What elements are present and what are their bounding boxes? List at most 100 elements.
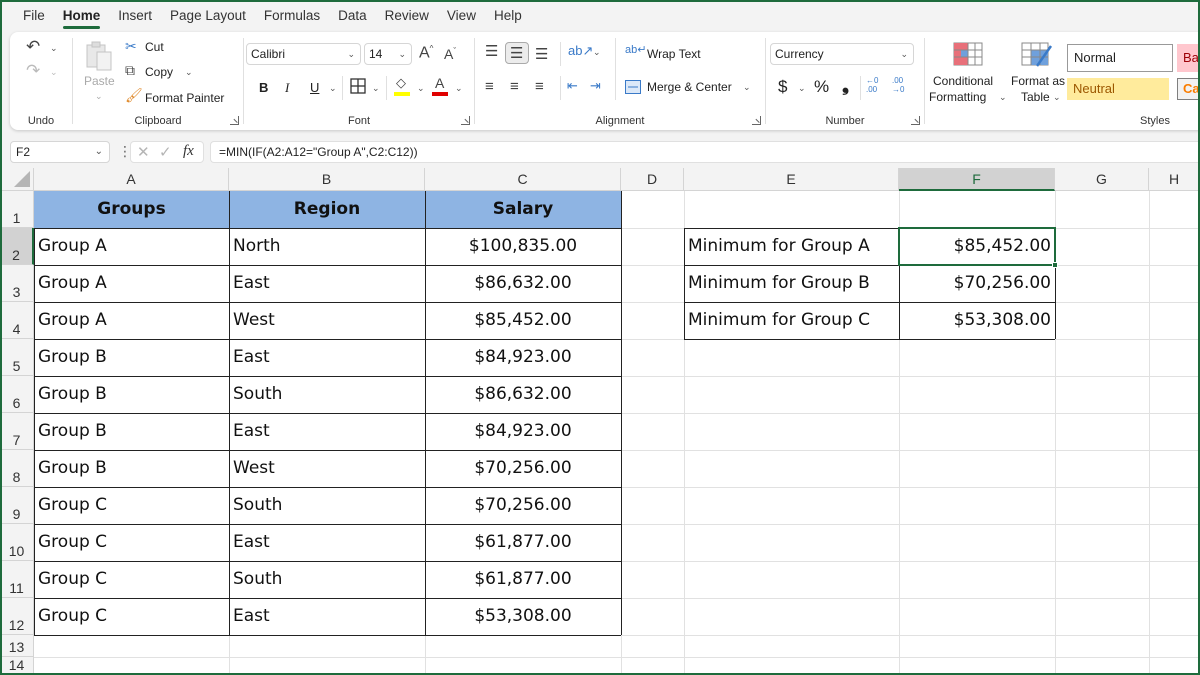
font-launcher-icon[interactable]	[461, 116, 470, 125]
fill-color-button[interactable]: ◇	[394, 76, 412, 98]
orientation-dropdown-chevron-icon[interactable]: ⌄	[593, 48, 601, 57]
decrease-indent-icon[interactable]: ⇤	[567, 79, 578, 92]
cell-region[interactable]: South	[229, 376, 425, 413]
column-header-g[interactable]: G	[1055, 168, 1149, 191]
decrease-decimal-button[interactable]: .00 →0	[892, 76, 912, 94]
tab-review[interactable]: Review	[376, 0, 438, 32]
column-header-c[interactable]: C	[425, 168, 621, 191]
align-center-icon[interactable]: ≡	[510, 79, 519, 94]
bold-button[interactable]: B	[259, 80, 268, 95]
font-color-button[interactable]: A	[432, 76, 450, 98]
orientation-icon[interactable]: ab↗	[568, 44, 593, 57]
insert-function-icon[interactable]: fx	[183, 143, 194, 160]
alignment-launcher-icon[interactable]	[752, 116, 761, 125]
italic-button[interactable]: I	[285, 80, 289, 96]
merge-center-button[interactable]: Merge & Center ⌄	[625, 77, 755, 97]
cell-region[interactable]: West	[229, 450, 425, 487]
row-header-9[interactable]: 9	[0, 487, 34, 524]
cell-group[interactable]: Group B	[34, 450, 229, 487]
cell-region[interactable]: North	[229, 228, 425, 265]
row-header-10[interactable]: 10	[0, 524, 34, 561]
cell-region[interactable]: East	[229, 598, 425, 635]
increase-decimal-button[interactable]: ←0 .00	[866, 76, 886, 94]
table-header-region[interactable]: Region	[229, 191, 425, 228]
row-header-4[interactable]: 4	[0, 302, 34, 339]
row-header-3[interactable]: 3	[0, 265, 34, 302]
row-header-12[interactable]: 12	[0, 598, 34, 635]
cell-region[interactable]: West	[229, 302, 425, 339]
currency-format-button[interactable]: $	[778, 77, 787, 97]
undo-dropdown-chevron-icon[interactable]: ⌄	[50, 44, 58, 53]
column-header-b[interactable]: B	[229, 168, 425, 191]
cell-group[interactable]: Group B	[34, 339, 229, 376]
row-header-6[interactable]: 6	[0, 376, 34, 413]
cell-salary[interactable]: $85,452.00	[425, 302, 621, 339]
table-header-salary[interactable]: Salary	[425, 191, 621, 228]
align-left-icon[interactable]: ≡	[485, 79, 494, 94]
cell-salary[interactable]: $100,835.00	[425, 228, 621, 265]
cell-region[interactable]: East	[229, 339, 425, 376]
tab-page-layout[interactable]: Page Layout	[161, 0, 255, 32]
redo-icon[interactable]: ↷	[26, 62, 40, 79]
tab-data[interactable]: Data	[329, 0, 376, 32]
fill-color-dropdown-chevron-icon[interactable]: ⌄	[417, 84, 425, 93]
enter-check-icon[interactable]: ✓	[159, 143, 172, 161]
align-right-icon[interactable]: ≡	[535, 79, 544, 94]
cell-region[interactable]: East	[229, 265, 425, 302]
font-color-dropdown-chevron-icon[interactable]: ⌄	[455, 84, 463, 93]
cell-group[interactable]: Group C	[34, 598, 229, 635]
column-header-a[interactable]: A	[34, 168, 229, 191]
cell-salary[interactable]: $86,632.00	[425, 265, 621, 302]
redo-dropdown-chevron-icon[interactable]: ⌄	[50, 68, 58, 77]
name-box[interactable]: F2 ⌄	[10, 141, 110, 163]
cell-group[interactable]: Group C	[34, 487, 229, 524]
column-header-d[interactable]: D	[621, 168, 684, 191]
summary-value[interactable]: $85,452.00	[899, 228, 1055, 265]
row-header-1[interactable]: 1	[0, 191, 34, 228]
cell-salary[interactable]: $84,923.00	[425, 339, 621, 376]
cut-button[interactable]: ✂ Cut	[125, 38, 185, 56]
cell-group[interactable]: Group B	[34, 413, 229, 450]
top-align-icon[interactable]: ☰	[485, 44, 498, 59]
cell-group[interactable]: Group A	[34, 228, 229, 265]
style-normal[interactable]: Normal	[1067, 44, 1173, 72]
row-header-13[interactable]: 13	[0, 635, 34, 657]
cell-group[interactable]: Group C	[34, 561, 229, 598]
increase-indent-icon[interactable]: ⇥	[590, 79, 601, 92]
comma-style-button[interactable]: ❟	[842, 75, 849, 96]
percent-style-button[interactable]: %	[814, 77, 829, 97]
summary-label[interactable]: Minimum for Group A	[684, 228, 899, 265]
row-header-2[interactable]: 2	[0, 228, 34, 265]
style-neutral[interactable]: Neutral	[1067, 78, 1169, 100]
column-header-f[interactable]: F	[899, 168, 1055, 191]
cell-group[interactable]: Group A	[34, 265, 229, 302]
select-all-button[interactable]	[0, 168, 34, 191]
borders-dropdown-chevron-icon[interactable]: ⌄	[372, 84, 380, 93]
underline-dropdown-chevron-icon[interactable]: ⌄	[329, 84, 337, 93]
cell-salary[interactable]: $70,256.00	[425, 450, 621, 487]
font-name-dropdown[interactable]: Calibri ⌄	[246, 43, 361, 65]
cell-region[interactable]: East	[229, 413, 425, 450]
conditional-formatting-button[interactable]: Conditional Formatting ⌄	[929, 40, 1007, 106]
row-header-5[interactable]: 5	[0, 339, 34, 376]
table-header-groups[interactable]: Groups	[34, 191, 229, 228]
fill-handle[interactable]	[1052, 262, 1058, 268]
cell-salary[interactable]: $61,877.00	[425, 561, 621, 598]
cell-region[interactable]: East	[229, 524, 425, 561]
format-as-table-button[interactable]: Format as Table ⌄	[1007, 40, 1069, 106]
cell-region[interactable]: South	[229, 487, 425, 524]
column-header-h[interactable]: H	[1149, 168, 1200, 191]
cell-group[interactable]: Group A	[34, 302, 229, 339]
summary-label[interactable]: Minimum for Group B	[684, 265, 899, 302]
tab-formulas[interactable]: Formulas	[255, 0, 329, 32]
decrease-font-size-icon[interactable]: Aˇ	[444, 47, 456, 61]
worksheet-grid[interactable]: ABCDEFGH 1 2 3 4 5 6 7 8 9 10 11 12 13 14 Groups Regio…	[0, 168, 1200, 675]
underline-button[interactable]: U	[310, 80, 319, 95]
summary-label[interactable]: Minimum for Group C	[684, 302, 899, 339]
cell-salary[interactable]: $70,256.00	[425, 487, 621, 524]
cell-salary[interactable]: $53,308.00	[425, 598, 621, 635]
row-header-7[interactable]: 7	[0, 413, 34, 450]
cell-salary[interactable]: $61,877.00	[425, 524, 621, 561]
cell-salary[interactable]: $86,632.00	[425, 376, 621, 413]
cell-group[interactable]: Group C	[34, 524, 229, 561]
